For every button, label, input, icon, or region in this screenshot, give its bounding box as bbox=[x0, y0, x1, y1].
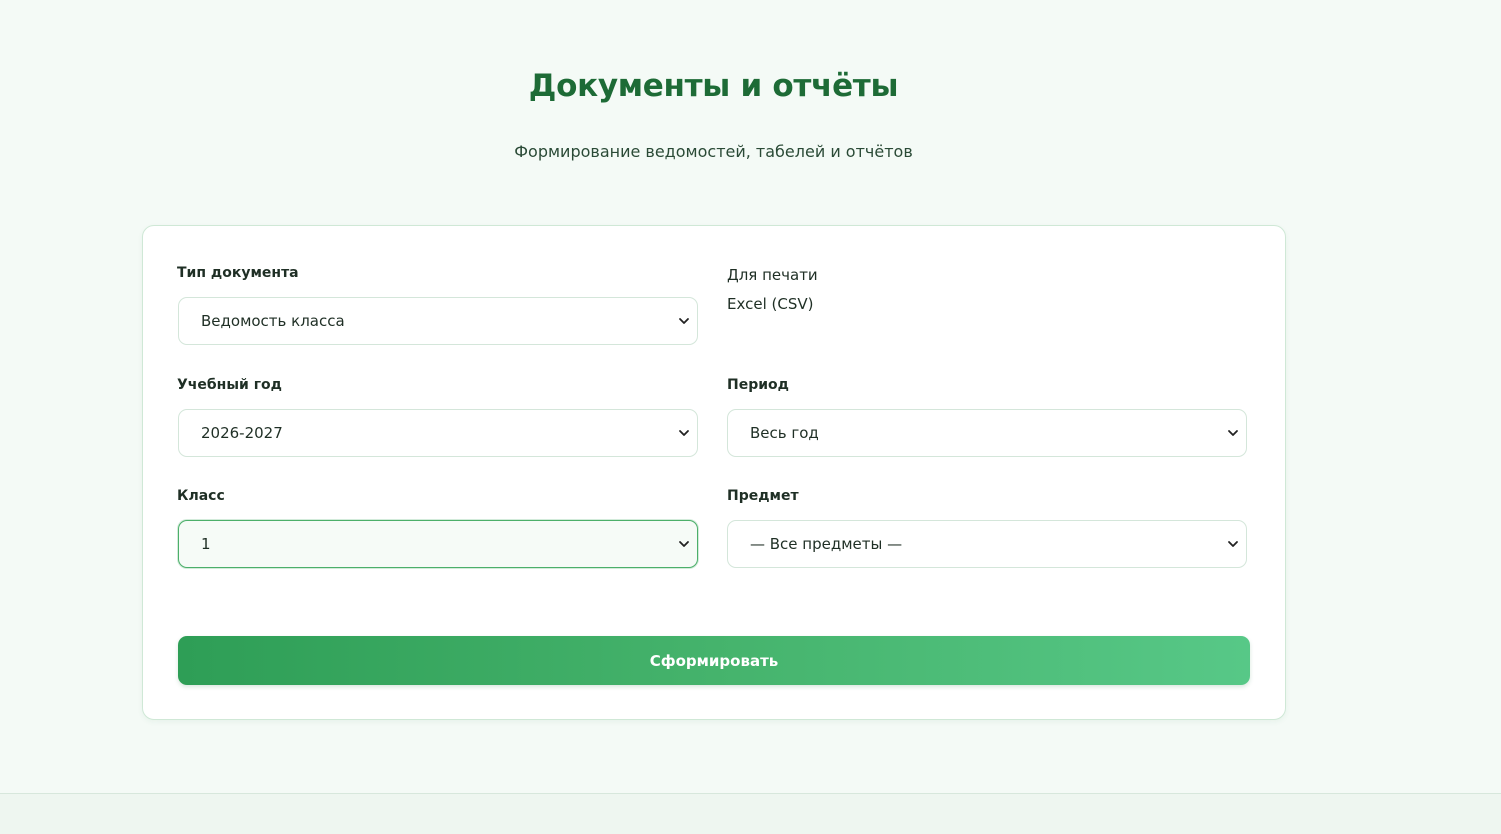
format-label: Для печати bbox=[727, 266, 818, 284]
format-value: Excel (CSV) bbox=[727, 295, 814, 313]
period-value: Весь год bbox=[750, 424, 819, 442]
page-subtitle: Формирование ведомостей, табелей и отчёт… bbox=[514, 142, 913, 161]
chevron-down-icon bbox=[1228, 430, 1238, 436]
class-label: Класс bbox=[177, 488, 225, 504]
doc-type-select[interactable]: Ведомость класса bbox=[178, 297, 698, 345]
footer bbox=[0, 793, 1501, 834]
subject-label: Предмет bbox=[727, 488, 799, 504]
chevron-down-icon bbox=[1228, 541, 1238, 547]
class-select[interactable]: 1 bbox=[178, 520, 698, 568]
subject-select[interactable]: — Все предметы — bbox=[727, 520, 1247, 568]
doc-type-value: Ведомость класса bbox=[201, 312, 345, 330]
generate-button[interactable]: Сформировать bbox=[178, 636, 1250, 685]
subject-value: — Все предметы — bbox=[750, 535, 903, 553]
chevron-down-icon bbox=[679, 541, 689, 547]
chevron-down-icon bbox=[679, 430, 689, 436]
period-select[interactable]: Весь год bbox=[727, 409, 1247, 457]
report-form-card: Тип документа Ведомость класса Для печат… bbox=[142, 225, 1286, 720]
class-value: 1 bbox=[201, 535, 211, 553]
year-select[interactable]: 2026-2027 bbox=[178, 409, 698, 457]
period-label: Период bbox=[727, 377, 789, 393]
documents-page: Документы и отчёты Формирование ведомост… bbox=[0, 0, 1501, 793]
year-value: 2026-2027 bbox=[201, 424, 283, 442]
year-label: Учебный год bbox=[177, 377, 282, 393]
page-title: Документы и отчёты bbox=[528, 68, 899, 104]
doc-type-label: Тип документа bbox=[177, 265, 299, 281]
chevron-down-icon bbox=[679, 318, 689, 324]
